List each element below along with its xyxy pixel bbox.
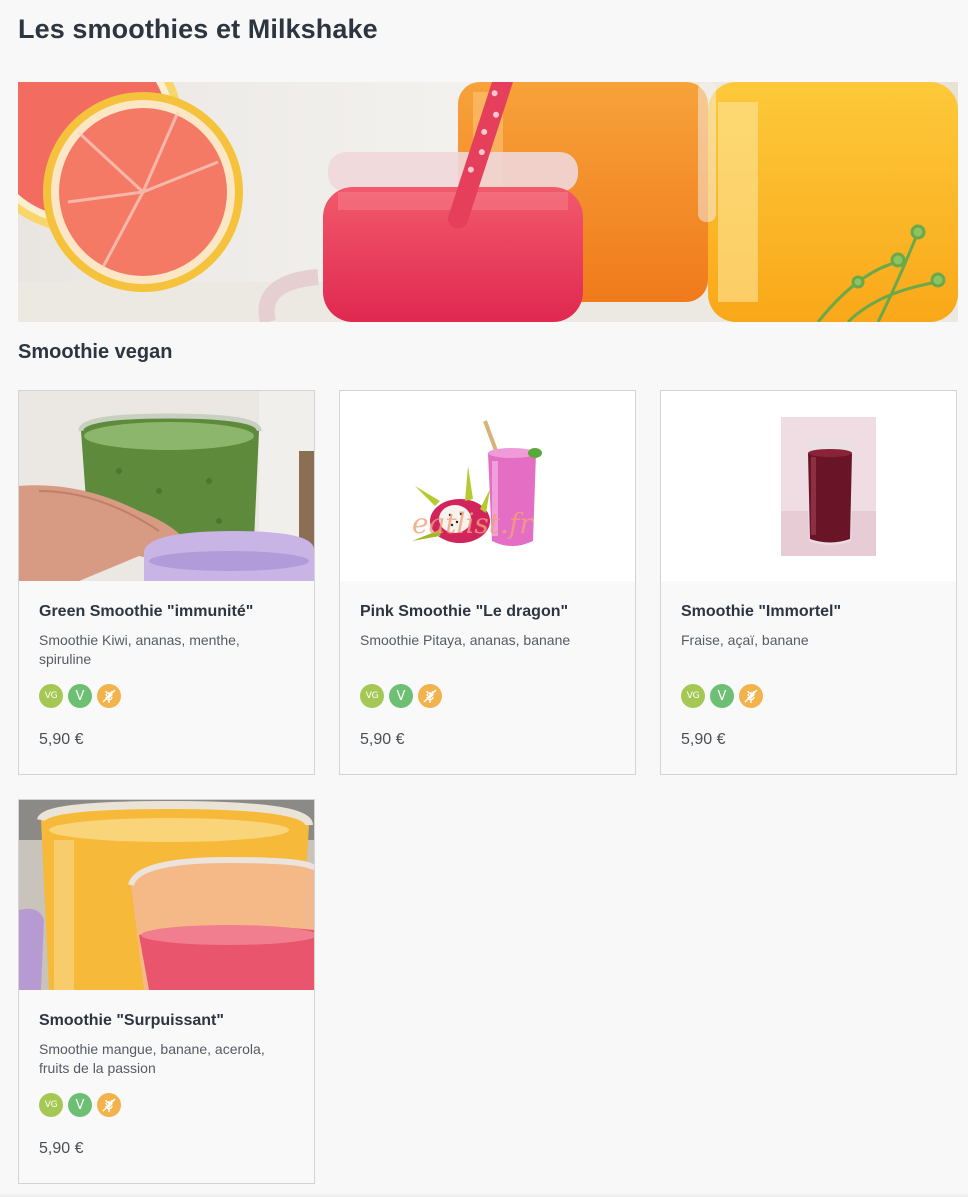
gluten-free-badge-icon [739,684,763,708]
surpuissant-smoothie-image [19,800,314,990]
hero-image [18,82,958,322]
diet-badges: VG V [39,1093,121,1117]
product-name: Green Smoothie "immunité" [39,603,254,620]
green-smoothie-image [19,391,314,581]
product-card-green-smoothie[interactable]: Green Smoothie "immunité" Smoothie Kiwi,… [18,390,315,775]
vegetarian-badge-icon: V [710,684,734,708]
product-price: 5,90 € [681,731,726,748]
product-name: Smoothie "Surpuissant" [39,1012,224,1029]
diet-badges: VG V [681,684,763,708]
page-bottom-edge [0,1193,968,1197]
product-description: Smoothie Pitaya, ananas, banane [360,632,571,648]
gluten-free-badge-icon [97,684,121,708]
vegan-badge-icon: VG [39,684,63,708]
vegetarian-badge-icon: V [68,1093,92,1117]
product-description: Smoothie mangue, banane, acerola, fruits… [39,1041,265,1076]
gluten-free-badge-icon [418,684,442,708]
product-name: Pink Smoothie "Le dragon" [360,603,569,620]
vegan-badge-icon: VG [681,684,705,708]
immortel-smoothie-image [661,391,956,581]
product-card-surpuissant-smoothie[interactable]: Smoothie "Surpuissant" Smoothie mangue, … [18,799,315,1184]
product-price: 5,90 € [39,731,84,748]
diet-badges: VG V [39,684,121,708]
vegan-badge-icon: VG [360,684,384,708]
vegan-badge-icon: VG [39,1093,63,1117]
watermark-text: eatlist.fr [412,507,534,540]
diet-badges: VG V [360,684,442,708]
product-name: Smoothie "Immortel" [681,603,842,620]
product-card-pink-smoothie[interactable]: eatlist.fr Pink Smoothie "Le dragon" Smo… [339,390,636,775]
product-price: 5,90 € [39,1140,84,1157]
product-description: Smoothie Kiwi, ananas, menthe, spiruline [39,632,240,667]
product-price: 5,90 € [360,731,405,748]
product-description: Fraise, açaï, banane [681,632,809,648]
vegetarian-badge-icon: V [389,684,413,708]
pink-smoothie-image: eatlist.fr [340,391,635,581]
gluten-free-badge-icon [97,1093,121,1117]
product-card-immortel-smoothie[interactable]: Smoothie "Immortel" Fraise, açaï, banane… [660,390,957,775]
section-title: Smoothie vegan [18,341,173,363]
page-title: Les smoothies et Milkshake [18,14,378,44]
vegetarian-badge-icon: V [68,684,92,708]
